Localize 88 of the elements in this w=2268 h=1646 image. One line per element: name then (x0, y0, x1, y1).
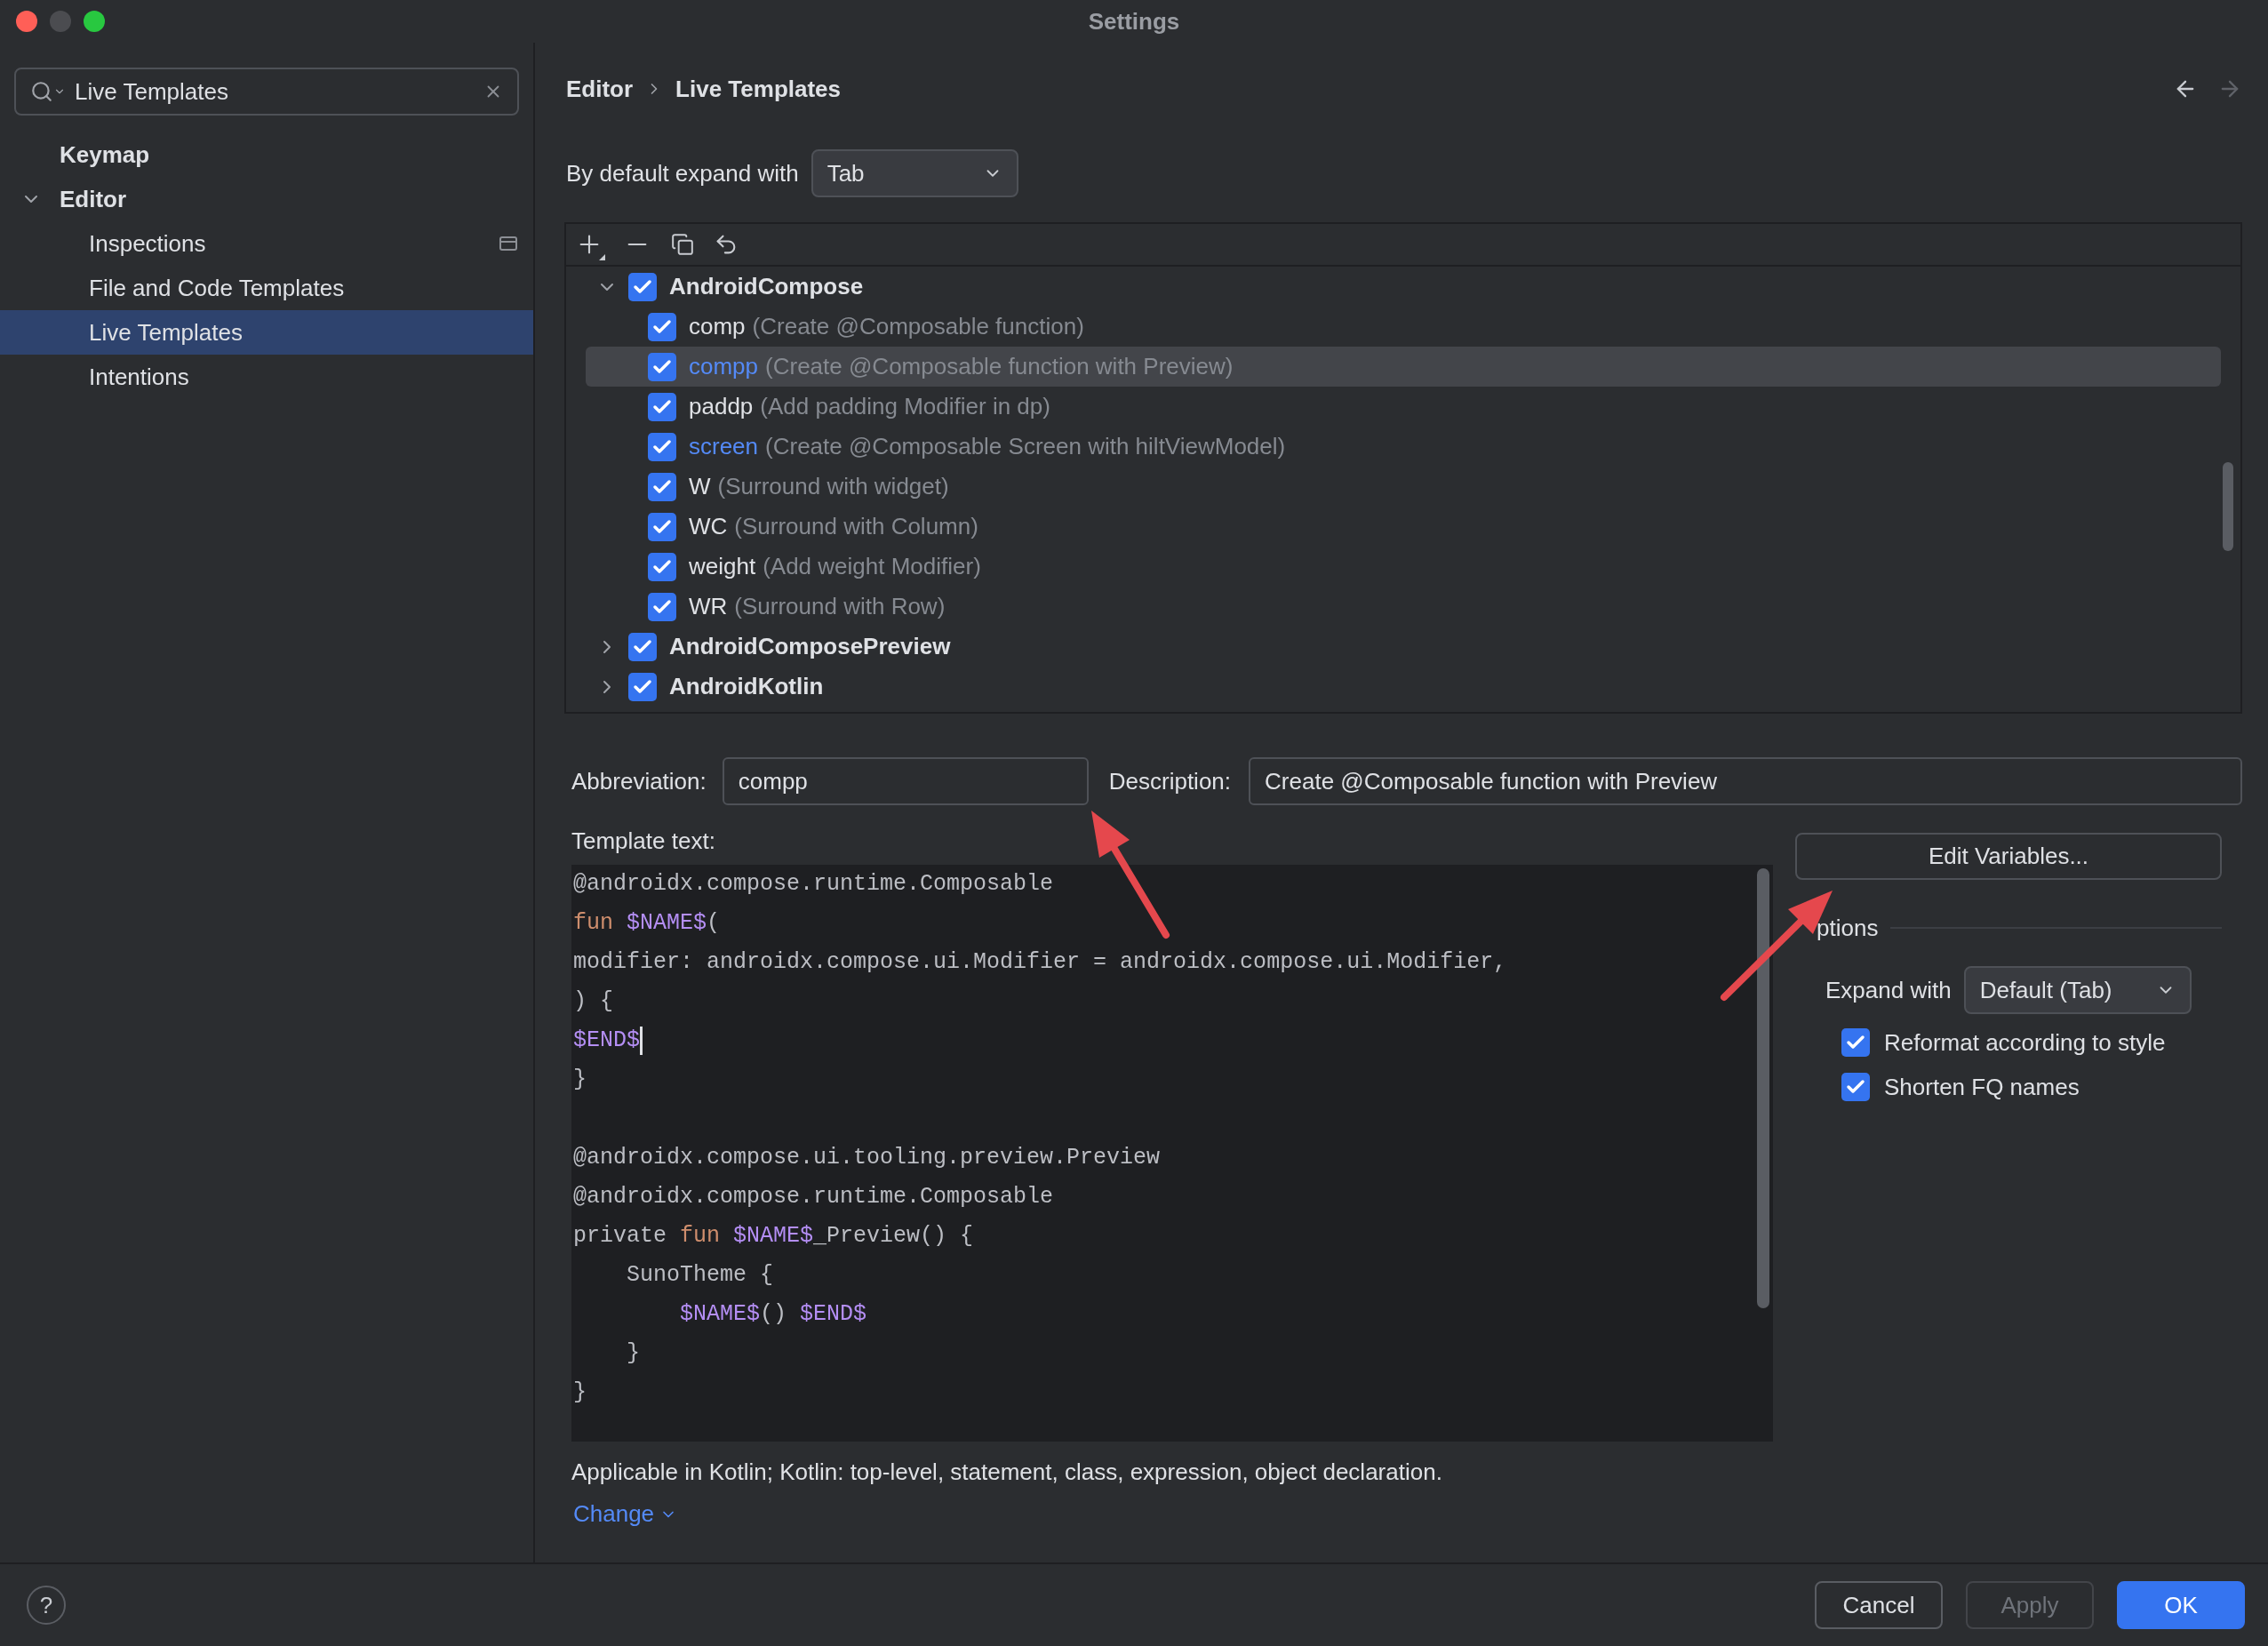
applicable-text: Applicable in Kotlin; Kotlin: top-level, statement, class, expression, object declaration. (571, 1459, 1443, 1484)
template-abbreviation: comp (689, 312, 746, 341)
template-abbreviation: paddp (689, 392, 754, 421)
checkbox[interactable] (1841, 1073, 1870, 1101)
code-line: $NAME$() $END$ (679, 1300, 867, 1329)
dialog-button[interactable]: OK (2117, 1581, 2245, 1629)
template-row[interactable]: screen (Create @Composable Screen with hiltViewModel) (586, 427, 2221, 467)
change-link[interactable]: Change (571, 1497, 678, 1531)
abbreviation-label: Abbreviation: (571, 766, 707, 796)
sidebar-item[interactable]: Live Templates (0, 310, 533, 355)
code-editor[interactable] (571, 865, 1773, 1442)
template-text-label: Template text: (571, 828, 716, 853)
template-row[interactable]: paddp (Add padding Modifier in dp) (586, 387, 2221, 427)
template-description: (Create @Composable function) (752, 312, 1084, 341)
checkbox[interactable] (648, 352, 676, 381)
search-field[interactable]: Live Templates (14, 68, 519, 116)
checkbox-label[interactable]: Reformat according to style (1884, 1025, 2166, 1060)
template-row[interactable]: comp (Create @Composable function) (586, 307, 2221, 347)
window-title: Settings (1088, 6, 1180, 36)
checkbox[interactable] (648, 592, 676, 621)
abbreviation-field[interactable]: compp (722, 757, 1089, 805)
code-line: ) { (573, 987, 613, 1016)
template-row[interactable]: W (Surround with widget) (586, 467, 2221, 507)
template-row[interactable]: WR (Surround with Row) (586, 587, 2221, 627)
breadcrumb-item[interactable]: Editor (564, 71, 634, 107)
checkbox[interactable] (648, 552, 676, 581)
code-line: $END$ (573, 1021, 643, 1060)
checkbox[interactable] (648, 472, 676, 501)
expand-with-label: Expand with (1825, 975, 1952, 1005)
copy-icon[interactable] (671, 233, 694, 256)
expand-label: By default expand with (565, 158, 799, 188)
template-abbreviation: WR (689, 592, 728, 621)
sidebar-item[interactable]: Editor (0, 177, 533, 221)
code-line: @androidx.compose.runtime.Composable (573, 870, 1054, 899)
search-icon (30, 80, 66, 103)
expand-with-dropdown[interactable]: Default (Tab) (1963, 966, 2192, 1014)
template-abbreviation: compp (689, 352, 759, 381)
checkbox[interactable] (628, 672, 657, 701)
code-line: } (573, 1378, 587, 1407)
code-line: SunoTheme { (626, 1261, 774, 1290)
options-title: ptions (1816, 913, 1879, 943)
scrollbar[interactable] (1757, 868, 1769, 1308)
sidebar-item[interactable]: Intentions (0, 355, 533, 399)
description-label: Description: (1108, 766, 1232, 796)
code-line: fun $NAME$( (573, 909, 721, 938)
code-line: } (626, 1339, 640, 1368)
code-line: private fun $NAME$_Preview() { (573, 1222, 974, 1250)
code-line: @androidx.compose.runtime.Composable (573, 1183, 1054, 1211)
dialog-button[interactable]: Cancel (1815, 1581, 1943, 1629)
window-icon (499, 236, 517, 251)
checkbox[interactable] (648, 312, 676, 341)
checkbox-label[interactable]: Shorten FQ names (1884, 1069, 2080, 1105)
edit-variables-button[interactable]: Edit Variables... (1795, 833, 2222, 880)
checkbox[interactable] (648, 392, 676, 421)
template-description: (Surround with Column) (734, 512, 978, 541)
scrollbar[interactable] (2223, 462, 2233, 551)
template-group[interactable]: AndroidKotlin (669, 669, 824, 704)
description-field[interactable]: Create @Composable function with Preview (1249, 757, 2242, 805)
template-group[interactable]: AndroidCompose (669, 269, 864, 304)
code-line: modifier: androidx.compose.ui.Modifier = androidx.compose.ui.Modifier, (573, 948, 1507, 977)
sidebar-item[interactable]: Inspections (0, 221, 533, 266)
sidebar-item[interactable]: Keymap (0, 132, 533, 177)
template-description: (Add padding Modifier in dp) (760, 392, 1050, 421)
template-row[interactable]: weight (Add weight Modifier) (586, 547, 2221, 587)
template-description: (Add weight Modifier) (763, 552, 981, 581)
code-line: @androidx.compose.ui.tooling.preview.Preview (573, 1144, 1161, 1172)
close-window-icon[interactable] (16, 11, 37, 32)
checkbox[interactable] (648, 432, 676, 461)
breadcrumb-item: Live Templates (675, 74, 842, 104)
sidebar-item[interactable]: File and Code Templates (0, 266, 533, 310)
checkbox[interactable] (628, 272, 657, 301)
help-button[interactable]: ? (27, 1586, 66, 1625)
template-group[interactable]: AndroidComposePreview (669, 629, 951, 664)
template-abbreviation: weight (689, 552, 756, 581)
template-description: (Create @Composable function with Preview) (765, 352, 1234, 381)
checkbox[interactable] (1841, 1028, 1870, 1057)
template-row[interactable]: WC (Surround with Column) (586, 507, 2221, 547)
zoom-window-icon[interactable] (84, 11, 105, 32)
checkbox[interactable] (648, 512, 676, 541)
expand-dropdown[interactable]: Tab (811, 149, 1018, 197)
template-description: (Create @Composable Screen with hiltViewModel) (765, 432, 1286, 461)
code-line: } (573, 1066, 587, 1094)
template-abbreviation: WC (689, 512, 728, 541)
template-description: (Surround with Row) (734, 592, 946, 621)
template-description: (Surround with widget) (717, 472, 949, 501)
template-abbreviation: W (689, 472, 711, 501)
checkbox[interactable] (628, 632, 657, 661)
template-abbreviation: screen (689, 432, 759, 461)
